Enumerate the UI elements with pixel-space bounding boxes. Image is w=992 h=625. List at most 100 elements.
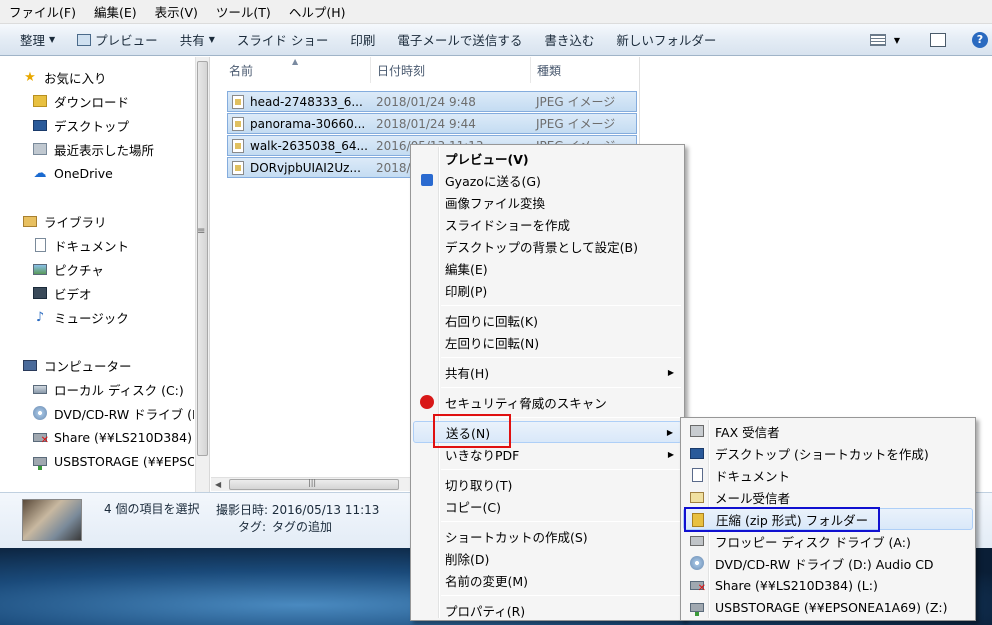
- column-header-date[interactable]: 日付時刻: [371, 57, 531, 83]
- share-button[interactable]: 共有 ▼: [169, 30, 226, 49]
- menu-item-rotate-left[interactable]: 左回りに回転(N): [413, 331, 682, 353]
- send-to-mail[interactable]: メール受信者: [683, 486, 973, 508]
- nav-scrollbar-thumb[interactable]: [197, 61, 208, 456]
- nav-libraries-label: ライブラリ: [44, 214, 107, 230]
- help-icon[interactable]: ?: [972, 32, 988, 48]
- menu-item-label: DVD/CD-RW ドライブ (D:) Audio CD: [715, 556, 934, 572]
- file-row[interactable]: panorama-30660... 2018/01/24 9:44 JPEG イ…: [227, 113, 637, 134]
- menu-item-security-scan[interactable]: セキュリティ脅威のスキャン: [413, 391, 682, 413]
- nav-desktop[interactable]: デスクトップ: [32, 114, 129, 136]
- nav-libraries[interactable]: ライブラリ: [22, 210, 107, 232]
- tag-input[interactable]: タグの追加: [272, 518, 332, 535]
- nav-favorites[interactable]: ★ お気に入り: [22, 66, 106, 88]
- context-menu: プレビュー(V) Gyazoに送る(G) 画像ファイル変換 スライドショーを作成…: [410, 144, 685, 621]
- send-to-dvd[interactable]: DVD/CD-RW ドライブ (D:) Audio CD: [683, 552, 973, 574]
- menu-item-print[interactable]: 印刷(P): [413, 279, 682, 301]
- nav-local-disk-label: ローカル ディスク (C:): [54, 382, 184, 398]
- splitter-grip-icon[interactable]: ≡: [197, 226, 205, 237]
- send-to-floppy[interactable]: フロッピー ディスク ドライブ (A:): [683, 530, 973, 552]
- file-type: JPEG イメージ: [536, 95, 616, 109]
- menu-item-label: 編集(E): [445, 261, 488, 277]
- nav-recent[interactable]: 最近表示した場所: [32, 138, 154, 160]
- menu-help[interactable]: ヘルプ(H): [280, 2, 355, 21]
- horizontal-scrollbar[interactable]: ◀ |||: [211, 477, 411, 491]
- menu-item-convert[interactable]: 画像ファイル変換: [413, 191, 682, 213]
- menu-separator: [441, 387, 681, 388]
- menu-view[interactable]: 表示(V): [146, 2, 207, 21]
- highlight-annotation-blue: [684, 507, 880, 532]
- menu-item-label: 画像ファイル変換: [445, 195, 546, 211]
- file-type: JPEG イメージ: [536, 117, 616, 131]
- slideshow-button[interactable]: スライド ショー: [226, 30, 339, 49]
- menu-item-copy[interactable]: コピー(C): [413, 495, 682, 517]
- computer-icon: [22, 357, 38, 373]
- jpeg-file-icon: [232, 116, 244, 131]
- file-name: head-2748333_6...: [250, 94, 363, 109]
- file-row[interactable]: head-2748333_6... 2018/01/24 9:48 JPEG イ…: [227, 91, 637, 112]
- nav-downloads[interactable]: ダウンロード: [32, 90, 129, 112]
- nav-share-drive[interactable]: ✕ Share (¥¥LS210D384) (: [32, 426, 194, 448]
- nav-desktop-label: デスクトップ: [54, 118, 130, 134]
- menu-separator: [441, 357, 681, 358]
- menu-item-rename[interactable]: 名前の変更(M): [413, 569, 682, 591]
- preview-pane-icon[interactable]: [930, 33, 946, 47]
- preview-button[interactable]: プレビュー: [66, 30, 169, 49]
- submenu-arrow-icon: ▶: [667, 449, 674, 459]
- send-to-usb[interactable]: USBSTORAGE (¥¥EPSONEA1A69) (Z:): [683, 596, 973, 618]
- nav-pictures[interactable]: ピクチャ: [32, 258, 104, 280]
- send-to-fax[interactable]: FAX 受信者: [683, 420, 973, 442]
- send-to-desktop[interactable]: デスクトップ (ショートカットを作成): [683, 442, 973, 464]
- library-icon: [22, 213, 38, 229]
- chevron-down-icon[interactable]: ▼: [894, 36, 900, 45]
- menu-item-slideshow[interactable]: スライドショーを作成: [413, 213, 682, 235]
- submenu-arrow-icon: ▶: [667, 367, 674, 377]
- menu-edit[interactable]: 編集(E): [85, 2, 146, 21]
- menu-file[interactable]: ファイル(F): [0, 2, 85, 21]
- menu-separator: [441, 469, 681, 470]
- horizontal-scrollbar-thumb[interactable]: |||: [229, 478, 399, 490]
- view-options-icon[interactable]: [869, 34, 886, 46]
- menu-item-gyazo[interactable]: Gyazoに送る(G): [413, 169, 682, 191]
- jpeg-file-icon: [232, 138, 244, 153]
- menu-tools[interactable]: ツール(T): [207, 2, 280, 21]
- nav-videos[interactable]: ビデオ: [32, 282, 92, 304]
- nav-downloads-label: ダウンロード: [54, 94, 130, 110]
- highlight-annotation-red: [433, 414, 511, 448]
- disc-icon: [689, 555, 705, 571]
- new-folder-button[interactable]: 新しいフォルダー: [605, 30, 727, 49]
- column-header-type[interactable]: 種類: [531, 57, 631, 83]
- nav-computer[interactable]: コンピューター: [22, 354, 132, 376]
- send-to-share[interactable]: ✕ Share (¥¥LS210D384) (L:): [683, 574, 973, 596]
- nav-usb-label: USBSTORAGE (¥¥EPSOI: [54, 453, 194, 469]
- nav-usb-storage[interactable]: USBSTORAGE (¥¥EPSOI: [32, 450, 194, 472]
- floppy-drive-icon: [689, 533, 705, 549]
- menu-item-cut[interactable]: 切り取り(T): [413, 473, 682, 495]
- nav-documents[interactable]: ドキュメント: [32, 234, 129, 256]
- menu-bar: ファイル(F) 編集(E) 表示(V) ツール(T) ヘルプ(H): [0, 0, 992, 24]
- scroll-left-icon[interactable]: ◀: [215, 478, 221, 491]
- menu-item-share[interactable]: 共有(H) ▶: [413, 361, 682, 383]
- menu-item-set-background[interactable]: デスクトップの背景として設定(B): [413, 235, 682, 257]
- email-button[interactable]: 電子メールで送信する: [386, 30, 533, 49]
- menu-item-create-shortcut[interactable]: ショートカットの作成(S): [413, 525, 682, 547]
- navigation-pane: ★ お気に入り ダウンロード デスクトップ 最近表示した場所 ☁ OneDriv…: [0, 57, 210, 492]
- menu-item-rotate-right[interactable]: 右回りに回転(K): [413, 309, 682, 331]
- burn-button[interactable]: 書き込む: [533, 30, 605, 49]
- print-button[interactable]: 印刷: [339, 30, 386, 49]
- menu-item-label: 左回りに回転(N): [445, 335, 540, 351]
- nav-scrollbar[interactable]: [195, 57, 209, 492]
- menu-item-preview[interactable]: プレビュー(V): [413, 147, 682, 169]
- nav-onedrive[interactable]: ☁ OneDrive: [32, 162, 113, 184]
- menu-item-properties[interactable]: プロパティ(R): [413, 599, 682, 621]
- nav-dvd-drive[interactable]: DVD/CD-RW ドライブ (D: [32, 402, 194, 424]
- file-name: walk-2635038_64...: [250, 138, 368, 153]
- menu-item-edit[interactable]: 編集(E): [413, 257, 682, 279]
- column-header-name[interactable]: 名前: [223, 57, 371, 83]
- nav-music[interactable]: ♪ ミュージック: [32, 306, 129, 328]
- send-to-documents[interactable]: ドキュメント: [683, 464, 973, 486]
- menu-item-label: 名前の変更(M): [445, 573, 529, 589]
- organize-button[interactable]: 整理 ▼: [0, 30, 66, 49]
- menu-item-delete[interactable]: 削除(D): [413, 547, 682, 569]
- menu-item-label: メール受信者: [715, 490, 791, 506]
- nav-local-disk[interactable]: ローカル ディスク (C:): [32, 378, 194, 400]
